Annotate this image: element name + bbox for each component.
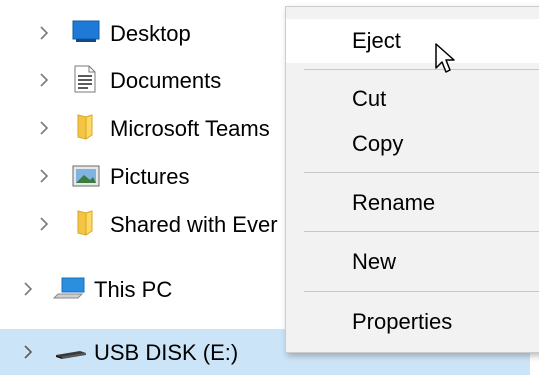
documents-icon	[74, 65, 100, 93]
nav-item-microsoft-teams[interactable]: Microsoft Teams	[0, 105, 285, 151]
menu-item-copy[interactable]: Copy	[286, 122, 539, 166]
menu-item-label: Eject	[352, 28, 401, 53]
menu-item-label: Cut	[352, 86, 387, 111]
menu-item-rename[interactable]: Rename	[286, 181, 539, 225]
this-pc-icon	[52, 276, 85, 302]
nav-item-label: Shared with Ever	[110, 212, 278, 237]
nav-item-documents[interactable]: Documents	[0, 57, 285, 103]
menu-item-eject[interactable]: Eject	[286, 19, 539, 63]
nav-item-label: Documents	[110, 68, 222, 93]
menu-item-label: Copy	[352, 131, 404, 156]
chevron-right-icon[interactable]	[34, 70, 54, 90]
menu-separator	[304, 172, 539, 173]
chevron-right-icon[interactable]	[34, 214, 54, 234]
chevron-right-icon[interactable]	[18, 342, 38, 362]
menu-item-label: New	[352, 249, 397, 274]
menu-separator	[304, 231, 539, 232]
pictures-icon	[72, 165, 100, 191]
chevron-right-icon[interactable]	[34, 118, 54, 138]
menu-item-cut[interactable]: Cut	[286, 77, 539, 121]
nav-item-shared-with-everyone[interactable]: Shared with Ever	[0, 201, 285, 247]
mouse-cursor-icon	[434, 42, 458, 76]
chevron-right-icon[interactable]	[34, 166, 54, 186]
menu-separator	[304, 69, 539, 70]
menu-item-label: Properties	[352, 309, 453, 334]
chevron-right-icon[interactable]	[18, 279, 38, 299]
folder-icon	[76, 113, 102, 140]
nav-item-label: This PC	[94, 277, 173, 302]
desktop-icon	[72, 20, 100, 46]
menu-item-properties[interactable]: Properties	[286, 300, 539, 344]
context-menu: Eject Cut Copy Rename New Properties	[285, 6, 539, 353]
menu-item-label: Rename	[352, 190, 436, 215]
usb-drive-icon	[54, 341, 86, 367]
nav-item-pictures[interactable]: Pictures	[0, 153, 285, 199]
chevron-right-icon[interactable]	[34, 23, 54, 43]
nav-item-this-pc[interactable]: This PC	[0, 266, 285, 312]
folder-icon	[76, 209, 102, 236]
nav-item-label: Microsoft Teams	[110, 116, 270, 141]
nav-item-label: USB DISK (E:)	[94, 340, 239, 365]
nav-item-label: Pictures	[110, 164, 190, 189]
nav-item-desktop[interactable]: Desktop	[0, 10, 285, 56]
nav-item-label: Desktop	[110, 21, 191, 46]
menu-item-new[interactable]: New	[286, 240, 539, 284]
menu-separator	[304, 291, 539, 292]
